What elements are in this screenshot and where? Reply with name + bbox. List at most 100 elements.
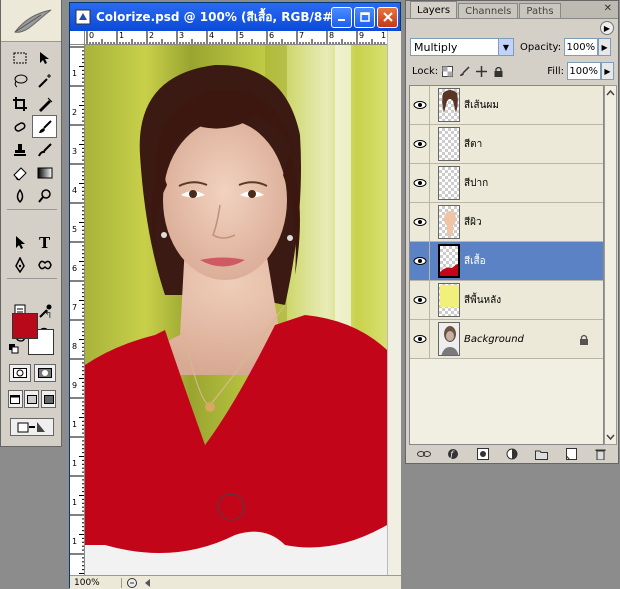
ruler-label: 1 <box>72 69 78 78</box>
image-canvas[interactable] <box>85 45 387 575</box>
add-mask-icon[interactable] <box>476 448 490 460</box>
shape-icon[interactable] <box>32 253 57 276</box>
opacity-slider-icon[interactable]: ▶ <box>598 38 612 56</box>
zoom-level[interactable]: 100% <box>70 577 122 588</box>
full-screen-icon[interactable] <box>41 390 57 408</box>
close-palette-icon[interactable]: ✕ <box>604 3 612 14</box>
trash-icon[interactable] <box>593 448 607 460</box>
tab-paths[interactable]: Paths <box>519 3 561 18</box>
eye-icon[interactable] <box>410 163 430 203</box>
lock-position-icon[interactable] <box>475 65 487 77</box>
scroll-down-icon[interactable] <box>605 432 616 442</box>
foreground-color-swatch[interactable] <box>12 313 38 339</box>
tool-separator <box>7 209 57 214</box>
eye-icon[interactable] <box>410 241 430 281</box>
ruler-label: 2 <box>149 31 155 40</box>
new-group-icon[interactable] <box>534 448 548 460</box>
eraser-icon[interactable] <box>7 161 32 184</box>
tool-separator <box>7 278 57 283</box>
maximize-button[interactable] <box>354 6 375 28</box>
layer-row[interactable]: สีพื้นหลัง <box>410 280 603 320</box>
quick-mask-icon[interactable] <box>33 364 56 382</box>
adjustment-layer-icon[interactable] <box>505 448 519 460</box>
opacity-field[interactable]: 100% <box>564 38 599 56</box>
magic-wand-icon[interactable] <box>32 69 57 92</box>
screen-mode-row <box>7 390 57 408</box>
fill-field[interactable]: 100% <box>567 62 601 80</box>
new-layer-icon[interactable] <box>564 448 578 460</box>
lasso-icon[interactable] <box>7 69 32 92</box>
layer-thumbnail <box>438 166 460 200</box>
blend-mode-select[interactable]: Multiply ▼ <box>410 38 514 56</box>
ruler-label: 4 <box>209 31 215 40</box>
ruler-label: 1 <box>72 498 78 507</box>
ruler-label: 1 <box>72 537 78 546</box>
blur-icon[interactable] <box>7 184 32 207</box>
chevron-down-icon: ▼ <box>498 39 513 55</box>
scroll-left-icon[interactable] <box>143 578 153 588</box>
layer-row[interactable]: สีตา <box>410 124 603 164</box>
mask-mode-row <box>7 364 57 382</box>
palette-menu-icon[interactable]: ▶ <box>600 21 614 35</box>
swap-colors-icon[interactable]: ↰ <box>44 310 52 321</box>
slice-icon[interactable] <box>32 92 57 115</box>
layer-row-selected[interactable]: สีเสื้อ <box>410 241 603 281</box>
minimize-button[interactable] <box>331 6 352 28</box>
ruler-label: 3 <box>179 31 185 40</box>
document-vertical-scrollbar[interactable] <box>387 31 401 575</box>
vertical-ruler[interactable]: 1 2 3 4 5 6 7 8 9 1 1 1 1 <box>70 45 85 575</box>
fill-slider-icon[interactable]: ▶ <box>601 62 614 80</box>
ruler-label: 6 <box>269 31 275 40</box>
lock-all-icon[interactable] <box>492 65 504 77</box>
tools-palette: T ↰ <box>0 0 62 447</box>
jump-to-imageready-icon[interactable] <box>10 418 54 436</box>
svg-text:T: T <box>39 234 51 250</box>
link-layers-icon[interactable] <box>416 448 431 460</box>
fill-label: Fill: <box>547 65 564 77</box>
layer-row[interactable]: สีเส้นผม <box>410 86 603 125</box>
layer-row[interactable]: สีปาก <box>410 163 603 203</box>
tab-channels[interactable]: Channels <box>458 3 519 18</box>
document-title-bar[interactable]: Colorize.psd @ 100% (สีเสื้อ, RGB/8#) <box>70 3 400 31</box>
tab-layers[interactable]: Layers <box>410 1 458 18</box>
gradient-icon[interactable] <box>32 161 57 184</box>
brush-icon[interactable] <box>32 115 57 138</box>
move-icon[interactable] <box>32 46 57 69</box>
horizontal-ruler[interactable]: 0 1 2 3 4 5 6 7 8 9 1 <box>85 31 387 45</box>
marquee-icon[interactable] <box>7 46 32 69</box>
layer-row[interactable]: สีผิว <box>410 202 603 242</box>
lock-paint-icon[interactable] <box>458 65 470 77</box>
layer-name: สีเสื้อ <box>464 255 486 267</box>
eye-icon[interactable] <box>410 319 430 359</box>
eye-icon[interactable] <box>410 202 430 242</box>
pen-icon[interactable] <box>7 253 32 276</box>
lock-transparency-icon[interactable] <box>441 65 453 77</box>
full-screen-menu-icon[interactable] <box>24 390 40 408</box>
ruler-label: 0 <box>89 31 95 40</box>
scroll-up-icon[interactable] <box>605 88 616 98</box>
dodge-icon[interactable] <box>32 184 57 207</box>
history-brush-icon[interactable] <box>32 138 57 161</box>
ruler-label: 8 <box>329 31 335 40</box>
stamp-icon[interactable] <box>7 138 32 161</box>
standard-screen-icon[interactable] <box>7 390 23 408</box>
crop-icon[interactable] <box>7 92 32 115</box>
layer-style-icon[interactable]: f <box>446 448 460 460</box>
eye-icon[interactable] <box>410 124 430 164</box>
layer-row[interactable]: Background <box>410 319 603 359</box>
standard-mode-icon[interactable] <box>8 364 31 382</box>
eye-icon[interactable] <box>410 86 430 125</box>
default-colors-icon[interactable] <box>9 344 19 354</box>
path-select-icon[interactable] <box>7 230 32 253</box>
layers-scrollbar[interactable] <box>604 85 617 445</box>
type-icon[interactable]: T <box>32 230 57 253</box>
eye-icon[interactable] <box>410 280 430 320</box>
ruler-label: 3 <box>72 147 78 156</box>
ruler-label: 1 <box>72 459 78 468</box>
ruler-origin[interactable] <box>70 31 85 45</box>
status-menu-icon[interactable] <box>125 577 139 589</box>
feather-icon <box>14 9 52 33</box>
tools-header <box>1 0 61 42</box>
close-button[interactable] <box>377 6 398 28</box>
healing-icon[interactable] <box>7 115 32 138</box>
